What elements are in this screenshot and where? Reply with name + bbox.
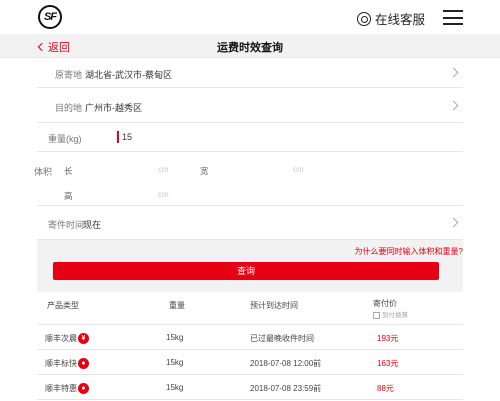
- page-title: 运费时效查询: [217, 42, 283, 54]
- product-name: 顺丰标快 ●: [45, 358, 89, 370]
- origin-label: 原寄地: [55, 70, 83, 80]
- text-cursor: [117, 131, 119, 143]
- length-label: 长: [64, 166, 73, 176]
- table-header: 产品类型 重量 预计到达时间 寄付价 到付换算: [37, 292, 463, 325]
- menu-icon[interactable]: [443, 10, 463, 25]
- chevron-right-icon: [448, 100, 459, 111]
- sf-logo[interactable]: SF: [38, 5, 62, 29]
- origin-field[interactable]: 原寄地 湖北省-武汉市-蔡甸区: [37, 58, 463, 88]
- product-badge-icon: ●: [78, 358, 89, 370]
- width-unit[interactable]: cm: [293, 165, 304, 174]
- action-area: 为什么要同时输入体积和重量? 查询: [37, 240, 463, 292]
- table-row[interactable]: 顺丰次晨 ¥ 15kg 已过最晚收件时间 193元: [37, 325, 463, 350]
- chevron-right-icon: [448, 67, 459, 78]
- weight-field[interactable]: 重量(kg) 15: [37, 123, 463, 152]
- back-label: 返回: [48, 42, 70, 54]
- destination-label: 目的地: [55, 103, 83, 113]
- weight-label: 重量(kg): [48, 134, 82, 144]
- product-name: 顺丰次晨 ¥: [45, 333, 89, 345]
- row-eta: 已过最晚收件时间: [250, 334, 314, 343]
- header-price: 寄付价: [373, 299, 397, 308]
- customer-service-label: 在线客服: [375, 13, 426, 27]
- send-time-label: 寄件时间: [48, 220, 85, 230]
- table-row[interactable]: 顺丰标快 ● 15kg 2018-07-08 12:00前 163元: [37, 350, 463, 375]
- header-price-sub: 到付换算: [373, 309, 408, 319]
- product-badge-icon: ¥: [78, 333, 89, 345]
- row-price: 88元: [377, 384, 394, 393]
- headset-icon: [357, 11, 371, 26]
- memo-icon: [373, 311, 380, 319]
- row-weight: 15kg: [166, 358, 184, 367]
- header-eta: 预计到达时间: [250, 301, 298, 310]
- header-weight: 重量: [169, 301, 185, 310]
- query-button[interactable]: 查询: [53, 262, 439, 280]
- volume-label: 体积: [34, 167, 53, 177]
- why-volume-weight-link[interactable]: 为什么要同时输入体积和重量?: [355, 246, 463, 257]
- chevron-right-icon: [448, 217, 459, 228]
- length-unit[interactable]: cm: [158, 165, 169, 174]
- height-unit[interactable]: cm: [158, 190, 169, 199]
- destination-field[interactable]: 目的地 广州市-越秀区: [37, 88, 463, 123]
- chevron-left-icon: [37, 42, 47, 52]
- row-price: 193元: [377, 334, 399, 343]
- row-eta: 2018-07-08 23:59前: [250, 384, 322, 393]
- destination-value: 广州市-越秀区: [85, 103, 142, 113]
- row-price: 163元: [377, 359, 399, 368]
- height-label: 高: [64, 191, 73, 201]
- nav-bar: 运费时效查询 返回: [0, 34, 500, 58]
- width-label: 宽: [200, 166, 209, 176]
- table-row[interactable]: 顺丰特惠 ● 15kg 2018-07-08 23:59前 88元: [37, 375, 463, 400]
- row-eta: 2018-07-08 12:00前: [250, 359, 322, 368]
- product-name: 顺丰特惠 ●: [45, 383, 89, 395]
- product-badge-icon: ●: [78, 383, 89, 395]
- row-weight: 15kg: [166, 333, 184, 342]
- header-product: 产品类型: [47, 301, 79, 310]
- row-weight: 15kg: [166, 383, 184, 392]
- top-bar: SF 在线客服: [0, 0, 500, 34]
- origin-value: 湖北省-武汉市-蔡甸区: [85, 70, 172, 80]
- customer-service-button[interactable]: 在线客服: [357, 9, 425, 28]
- send-time-field[interactable]: 寄件时间 现在: [37, 206, 463, 240]
- send-time-value: 现在: [83, 220, 102, 230]
- back-button[interactable]: 返回: [37, 39, 70, 55]
- volume-field: 体积 长 cm 宽 cm 高 cm: [34, 152, 463, 206]
- weight-input[interactable]: 15: [122, 132, 132, 142]
